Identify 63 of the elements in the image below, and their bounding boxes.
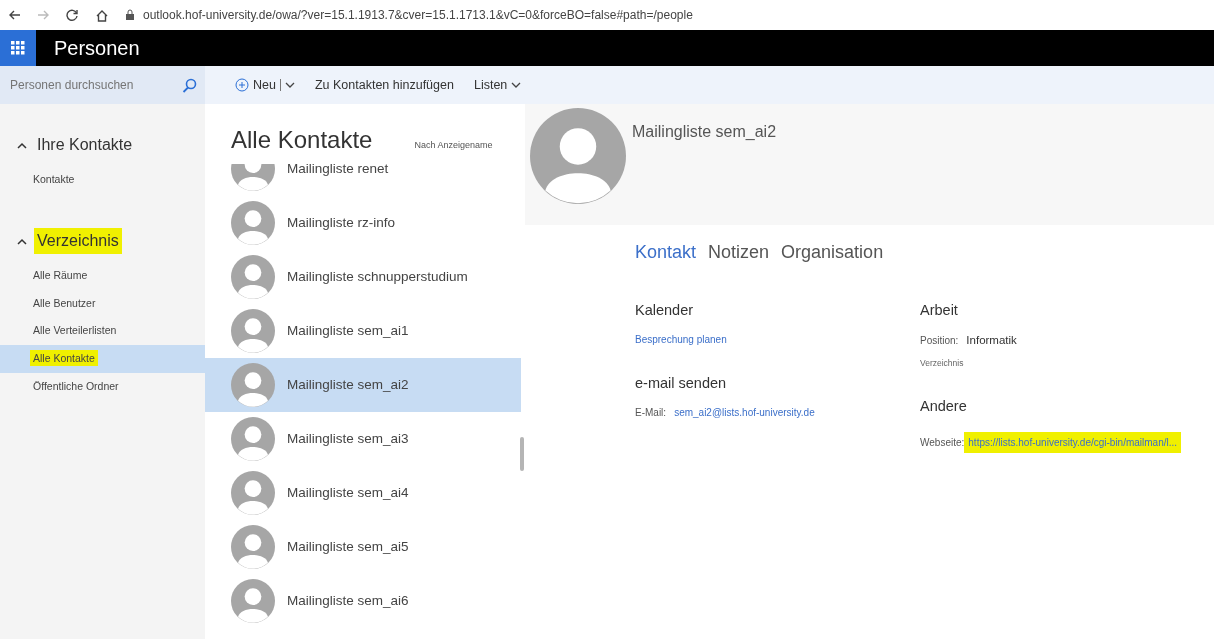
caret-icon[interactable] — [16, 140, 28, 150]
avatar-icon — [231, 255, 275, 299]
contact-list-item[interactable]: Mailingliste sem_ai1 — [205, 304, 521, 358]
avatar-icon — [231, 471, 275, 515]
contact-list-item[interactable]: Mailingliste rz-info — [205, 196, 521, 250]
contact-list-item[interactable]: Mailingliste renet — [205, 164, 521, 196]
contact-list-item[interactable]: Mailingliste schnupperstudium — [205, 250, 521, 304]
app-title: Personen — [53, 36, 140, 61]
field-label: Position: — [920, 333, 959, 348]
chevron-down-icon — [511, 81, 522, 89]
contact-list-item[interactable]: Mailingliste sem_ai5 — [205, 520, 521, 574]
avatar-icon — [231, 417, 275, 461]
folder-group-label[interactable]: Verzeichnis — [34, 227, 122, 254]
folder-group-label[interactable]: Ihre Kontakte — [34, 132, 136, 158]
sort-button[interactable]: Nach Anzeigename — [414, 139, 493, 153]
section-heading: Kalender — [635, 301, 695, 320]
contact-list-item[interactable]: Mailingliste sem_ai6 — [205, 574, 521, 628]
avatar-icon — [530, 108, 626, 204]
home-icon[interactable] — [95, 8, 109, 22]
link[interactable]: sem_ai2@lists.hof-university.de — [674, 404, 815, 420]
tab[interactable]: Organisation — [781, 239, 892, 266]
contact-list-item[interactable]: Mailingliste sem_ai4 — [205, 466, 521, 520]
section-heading: Arbeit — [920, 301, 959, 320]
tab[interactable]: Notizen — [708, 239, 778, 266]
reload-icon[interactable] — [66, 8, 79, 22]
link[interactable]: https://lists.hof-university.de/cgi-bin/mailman/l... — [964, 431, 1182, 453]
folder-item[interactable]: Alle Räume — [0, 261, 205, 290]
contact-name: Mailingliste sem_ai2 — [632, 122, 777, 142]
field-note: Verzeichnis — [920, 357, 964, 370]
toolbar-button[interactable]: Zu Kontakten hinzufügen — [308, 75, 460, 95]
grid-icon — [11, 41, 25, 55]
list-title: Alle Kontakte — [231, 125, 373, 155]
contact-list-item[interactable]: Mailingliste sem_ai3 — [205, 412, 521, 466]
field-label: E-Mail: — [635, 405, 667, 420]
avatar-icon — [231, 201, 275, 245]
field-value: Informatik — [966, 332, 1017, 348]
field-label: Webseite: — [920, 436, 965, 448]
contact-list-item[interactable]: Mailingliste sem_ai2 — [205, 358, 521, 412]
separator-line — [279, 79, 281, 91]
folder-item[interactable]: Kontakte — [0, 166, 205, 194]
scrollbar-thumb[interactable] — [520, 437, 524, 471]
new-button[interactable]: Neu — [229, 75, 301, 95]
back-arrow-icon[interactable] — [8, 9, 21, 21]
folder-item[interactable]: Alle Benutzer — [0, 289, 205, 318]
search-icon[interactable] — [182, 77, 197, 93]
section-heading: Andere — [920, 396, 968, 416]
folder-item[interactable]: Alle Kontakte — [0, 345, 205, 373]
url-text[interactable]: outlook.hof-university.de/owa/?ver=15.1.1913.7&cver=15.1.1713.1&vC=0&forceBO=false#path=/people — [143, 6, 693, 24]
link[interactable]: Besprechung planen — [635, 331, 727, 347]
folder-item[interactable]: Öffentliche Ordner — [0, 372, 205, 401]
menu-button[interactable]: Listen — [467, 75, 528, 95]
app-launcher-button[interactable] — [0, 30, 36, 66]
folder-item[interactable]: Alle Verteilerlisten — [0, 317, 205, 345]
chevron-down-icon — [284, 81, 295, 89]
plus-icon — [235, 78, 249, 92]
avatar-icon — [231, 579, 275, 623]
section-heading: e-mail senden — [635, 373, 728, 393]
avatar-icon — [231, 525, 275, 569]
lock-icon — [125, 9, 135, 21]
avatar-icon — [231, 363, 275, 407]
avatar-icon — [231, 309, 275, 353]
search-box[interactable]: Personen durchsuchen — [0, 66, 205, 104]
tab[interactable]: Kontakt — [635, 239, 705, 266]
